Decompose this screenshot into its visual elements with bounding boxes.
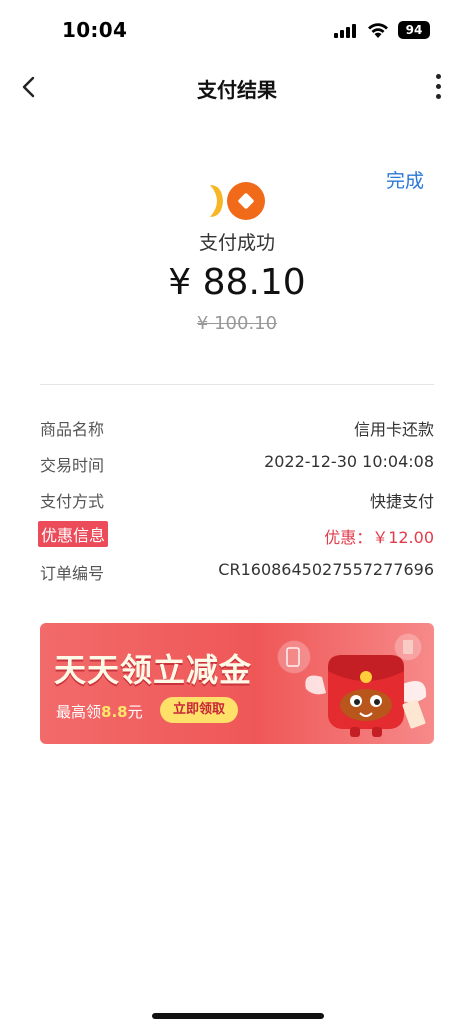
divider — [40, 384, 434, 385]
home-indicator — [152, 1013, 324, 1019]
banner-subtitle-prefix: 最高领 — [56, 703, 102, 721]
status-time: 10:04 — [62, 18, 128, 42]
detail-value: 2022-12-30 10:04:08 — [264, 452, 434, 471]
detail-row-discount: 优惠信息 优惠：￥12.00 — [38, 520, 434, 548]
banner-subtitle: 最高领8.8元 — [56, 701, 143, 722]
page-title: 支付结果 — [197, 78, 277, 102]
original-amount: ¥ 100.10 — [196, 313, 278, 334]
detail-label: 商品名称 — [40, 420, 105, 439]
detail-value: 优惠：￥12.00 — [324, 528, 434, 547]
banner-title: 天天领立减金 — [54, 651, 253, 689]
detail-row-time: 交易时间 2022-12-30 10:04:08 — [40, 448, 434, 476]
paid-amount: ¥ 88.10 — [168, 262, 306, 303]
detail-value: 快捷支付 — [369, 492, 434, 511]
detail-label: 交易时间 — [40, 456, 105, 475]
signal-icon — [334, 22, 358, 38]
detail-row-payment-method: 支付方式 快捷支付 — [40, 484, 434, 512]
brand-logo — [208, 181, 268, 221]
banner-subtitle-suffix: 元 — [127, 703, 143, 721]
detail-label: 优惠信息 — [38, 521, 109, 547]
more-vertical-icon[interactable] — [426, 70, 452, 104]
payment-status-text: 支付成功 — [198, 232, 275, 254]
detail-label: 支付方式 — [40, 492, 105, 511]
detail-value: CR1608645027557277696 — [218, 560, 434, 579]
wifi-icon — [366, 20, 390, 40]
promo-banner[interactable]: 天天领立减金 最高领8.8元 立即领取 — [40, 623, 434, 744]
done-button[interactable]: 完成 — [386, 166, 424, 193]
red-envelope-mascot-icon — [272, 627, 432, 741]
detail-row-product: 商品名称 信用卡还款 — [40, 412, 434, 440]
battery-indicator: 94 — [398, 21, 430, 39]
banner-subtitle-amount: 8.8 — [101, 703, 128, 721]
detail-label: 订单编号 — [40, 564, 105, 583]
detail-row-order-number: 订单编号 CR1608645027557277696 — [40, 556, 434, 584]
status-bar: 10:04 94 — [0, 0, 474, 62]
claim-now-button[interactable]: 立即领取 — [160, 697, 238, 723]
nav-bar: 支付结果 — [0, 62, 474, 112]
detail-value: 信用卡还款 — [353, 420, 434, 439]
